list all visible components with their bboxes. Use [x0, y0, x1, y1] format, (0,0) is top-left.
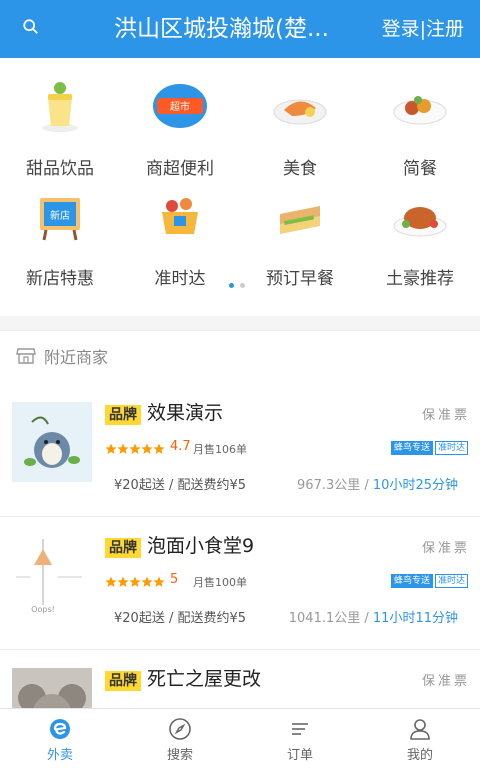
category-label: 土豪推荐	[386, 269, 454, 289]
svg-text:新店: 新店	[50, 209, 70, 222]
brand-tag: 品牌	[105, 538, 141, 558]
shop-name: 泡面小食堂9	[147, 535, 255, 557]
shop-guarantee-tags: 保准票	[421, 674, 470, 689]
star-icon	[141, 576, 153, 587]
category-label: 准时达	[154, 269, 206, 289]
tab-label: 外卖	[46, 748, 73, 763]
category-food[interactable]: 美食	[240, 76, 360, 179]
search-icon[interactable]	[22, 18, 40, 36]
store-icon	[16, 348, 36, 364]
fengniao-badge: 蜂鸟专送	[390, 574, 433, 588]
distance-time: 1041.1公里 / 11小时11分钟	[289, 607, 458, 626]
category-label: 简餐	[403, 159, 437, 179]
delivery-badges: 蜂鸟专送 准时达	[390, 574, 468, 588]
shop-thumbnail: Oops!	[12, 535, 92, 615]
category-new-store[interactable]: 新店 新店特惠	[0, 186, 120, 289]
star-icon	[117, 443, 129, 454]
category-on-time[interactable]: 准时达	[120, 186, 240, 289]
tab-orders[interactable]: 订单	[240, 709, 360, 768]
tab-search[interactable]: 搜索	[120, 709, 240, 768]
shop-item[interactable]: Oops! 品牌 泡面小食堂9 保准票 5 月售100单 蜂鸟专送 准时达 ¥2…	[0, 517, 480, 650]
monthly-sales: 月售106单	[193, 443, 247, 456]
compass-icon	[169, 718, 191, 740]
takeout-icon	[50, 719, 70, 739]
rating-stars	[105, 443, 165, 455]
rating-stars	[105, 576, 165, 588]
category-supermarket[interactable]: 超市 商超便利	[120, 76, 240, 179]
breakfast-icon	[280, 206, 320, 234]
fengniao-badge: 蜂鸟专送	[390, 441, 433, 455]
distance-time: 967.3公里 / 10小时25分钟	[297, 474, 458, 493]
category-label: 商超便利	[146, 159, 214, 179]
rating-value: 5	[170, 572, 179, 587]
supermarket-icon: 超市	[153, 84, 207, 128]
shop-guarantee-tags: 保准票	[421, 541, 470, 556]
ontime-badge: 准时达	[434, 441, 468, 455]
login-register-link[interactable]: 登录|注册	[382, 0, 464, 58]
star-icon	[153, 576, 165, 587]
distance: 1041.1公里 /	[288, 611, 373, 626]
nearby-section-header: 附近商家	[0, 330, 480, 384]
brand-tag: 品牌	[105, 671, 141, 691]
dessert-drink-icon	[42, 82, 78, 132]
shop-name: 效果演示	[147, 402, 224, 424]
order-list-icon	[292, 723, 308, 735]
delivery-badges: 蜂鸟专送 准时达	[390, 441, 468, 455]
bottom-tab-bar: 外卖 搜索 订单 我的	[0, 708, 480, 768]
star-icon	[117, 576, 129, 587]
ontime-badge: 准时达	[434, 574, 468, 588]
delivery-fee: ¥20起送 / 配送费约¥5	[114, 611, 246, 626]
rating-value: 4.7	[170, 439, 191, 454]
category-label: 预订早餐	[266, 269, 334, 289]
category-label: 美食	[283, 159, 317, 179]
monthly-sales: 月售100单	[193, 576, 247, 589]
star-icon	[129, 576, 141, 587]
tab-label: 我的	[406, 748, 433, 763]
shop-thumbnail	[12, 402, 92, 482]
shop-item[interactable]: 品牌 效果演示 保准票 4.7 月售106单 蜂鸟专送 准时达 ¥20起送 / …	[0, 384, 480, 517]
svg-text:超市: 超市	[170, 100, 190, 113]
tab-label: 订单	[286, 748, 313, 763]
premium-icon	[393, 207, 447, 237]
category-breakfast[interactable]: 预订早餐	[240, 186, 360, 289]
category-grid: 甜品饮品 超市 商超便利 美食 简餐 新店 新店特惠 准时达 预订早餐 土豪推荐	[0, 58, 480, 316]
category-label: 新店特惠	[26, 269, 94, 289]
svg-text:Oops!: Oops!	[31, 605, 55, 614]
page-dot-active	[229, 283, 234, 288]
simple-meal-icon	[393, 96, 447, 125]
category-dessert-drink[interactable]: 甜品饮品	[0, 76, 120, 179]
star-icon	[153, 443, 165, 454]
shop-name: 死亡之屋更改	[147, 668, 262, 690]
category-simple-meal[interactable]: 简餐	[360, 76, 480, 179]
user-icon	[410, 719, 430, 740]
tab-label: 搜索	[166, 748, 193, 763]
on-time-icon	[162, 198, 198, 234]
star-icon	[141, 443, 153, 454]
top-header: 洪山区城投瀚城(楚... 登录|注册	[0, 0, 480, 58]
category-label: 甜品饮品	[26, 159, 94, 179]
tab-profile[interactable]: 我的	[360, 709, 480, 768]
tab-takeout[interactable]: 外卖	[0, 709, 120, 768]
brand-tag: 品牌	[105, 405, 141, 425]
page-indicator	[229, 283, 245, 288]
star-icon	[105, 443, 117, 454]
distance: 967.3公里 /	[297, 478, 373, 493]
delivery-fee: ¥20起送 / 配送费约¥5	[114, 478, 246, 493]
new-store-icon: 新店	[40, 198, 80, 241]
shop-guarantee-tags: 保准票	[421, 408, 470, 423]
nearby-title: 附近商家	[44, 348, 109, 367]
category-premium[interactable]: 土豪推荐	[360, 186, 480, 289]
star-icon	[129, 443, 141, 454]
food-icon	[273, 99, 327, 125]
location-title[interactable]: 洪山区城投瀚城(楚...	[114, 0, 346, 58]
page-dot	[240, 283, 245, 288]
delivery-time: 11小时11分钟	[372, 611, 458, 626]
delivery-time: 10小时25分钟	[372, 478, 458, 493]
star-icon	[105, 576, 117, 587]
